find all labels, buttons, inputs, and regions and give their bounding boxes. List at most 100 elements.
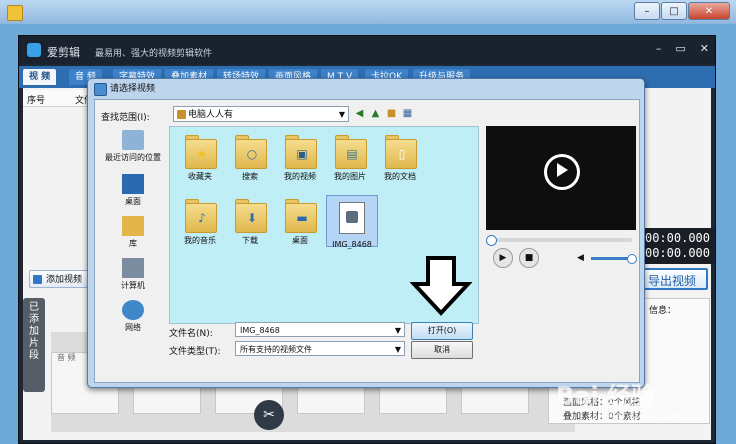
video-preview (486, 126, 636, 230)
play-button[interactable]: ▶ (493, 248, 513, 268)
volume-handle[interactable] (627, 254, 637, 264)
file-type-value: 所有支持的视频文件 (240, 345, 312, 354)
user-folder-icon (177, 110, 186, 119)
place-label: 最近访问的位置 (105, 153, 161, 162)
scissors-icon[interactable]: ✂ (254, 400, 284, 430)
app-restore-icon[interactable]: ▭ (675, 42, 685, 55)
close-button[interactable]: ✕ (688, 2, 730, 20)
file-type-label: 文件类型(T): (169, 347, 221, 357)
documents-folder-icon: ▯ (385, 135, 417, 169)
select-video-dialog: 请选择视频 查找范围(I): 电脑人人有 ▼ ◀ ▲ ■ ▦ 最近访问的位置 桌… (87, 78, 645, 388)
file-item[interactable]: ⬇ 下载 (224, 199, 276, 246)
audio-track-label: 音 频 (57, 353, 76, 362)
window-controls: – □ ✕ (634, 2, 730, 20)
app-titlebar: 爱剪辑 最易用、强大的视频剪辑软件 – ▭ ✕ (19, 36, 715, 64)
libraries-icon (122, 216, 144, 236)
file-item[interactable]: ★ 收藏夹 (174, 135, 226, 182)
place-libraries[interactable]: 库 (101, 216, 165, 249)
chevron-down-icon: ▼ (394, 345, 401, 354)
tab-video[interactable]: 视 频 (23, 69, 57, 85)
app-close-icon[interactable]: ✕ (700, 42, 709, 55)
downloads-folder-icon: ⬇ (235, 199, 267, 233)
back-icon[interactable]: ◀ (353, 107, 366, 120)
file-item[interactable]: ▣ 我的视频 (274, 135, 326, 182)
volume-slider[interactable] (591, 257, 629, 260)
file-item[interactable]: ▬ 桌面 (274, 199, 326, 246)
place-computer[interactable]: 计算机 (101, 258, 165, 291)
place-label: 库 (129, 239, 137, 248)
open-button[interactable]: 打开(O) (411, 322, 473, 340)
look-in-dropdown[interactable]: 电脑人人有 ▼ (173, 106, 349, 122)
arrow-down-icon (409, 256, 473, 319)
window-app-icon (7, 5, 23, 21)
computer-icon (122, 258, 144, 278)
search-folder-icon: ○ (235, 135, 267, 169)
file-item[interactable]: ▯ 我的文档 (374, 135, 426, 182)
file-type-select[interactable]: 所有支持的视频文件 ▼ (235, 341, 405, 356)
app-name: 爱剪辑 (47, 46, 80, 59)
chevron-down-icon: ▼ (394, 326, 401, 335)
desktop-folder-icon: ▬ (285, 199, 317, 233)
file-label: 我的图片 (334, 172, 366, 181)
place-label: 计算机 (121, 281, 145, 290)
new-folder-icon[interactable]: ■ (385, 107, 398, 120)
app-minimize-icon[interactable]: – (656, 42, 662, 55)
place-label: 桌面 (125, 197, 141, 206)
favorites-folder-icon: ★ (185, 135, 217, 169)
look-in-label: 查找范围(I): (101, 113, 150, 123)
place-label: 网络 (125, 323, 141, 332)
play-triangle-icon (557, 163, 568, 177)
seek-handle[interactable] (486, 235, 497, 246)
export-video-button[interactable]: 导出视频 (636, 268, 708, 290)
app-slogan: 最易用、强大的视频剪辑软件 (95, 49, 213, 59)
file-item[interactable]: ○ 搜索 (224, 135, 276, 182)
place-desktop[interactable]: 桌面 (101, 174, 165, 207)
add-video-icon (33, 275, 42, 284)
dialog-title: 请选择视频 (110, 84, 156, 94)
recent-places-icon (122, 130, 144, 150)
desktop-icon (122, 174, 144, 194)
file-name-label: 文件名(N): (169, 329, 213, 339)
chevron-down-icon: ▼ (338, 110, 345, 119)
maximize-button[interactable]: □ (661, 2, 687, 20)
column-index: 序号 (27, 96, 46, 106)
watermark-url: jingyan.baidu.com (592, 410, 685, 421)
dialog-icon (94, 83, 107, 96)
watermark: Bai 经验 (556, 382, 656, 410)
volume-icon[interactable]: ◀ (577, 253, 584, 263)
view-menu-icon[interactable]: ▦ (401, 107, 414, 120)
file-item-selected[interactable]: IMG_8468 (326, 195, 378, 249)
dialog-content: 查找范围(I): 电脑人人有 ▼ ◀ ▲ ■ ▦ 最近访问的位置 桌面 库 计算… (94, 99, 640, 383)
videos-folder-icon: ▣ (285, 135, 317, 169)
place-network[interactable]: 网络 (101, 300, 165, 333)
look-in-value: 电脑人人有 (188, 110, 234, 120)
up-folder-icon[interactable]: ▲ (369, 107, 382, 120)
info-title: 信息： (649, 306, 677, 316)
minimize-button[interactable]: – (634, 2, 660, 20)
pictures-folder-icon: ▤ (335, 135, 367, 169)
file-item[interactable]: ▤ 我的图片 (324, 135, 376, 182)
file-label: 收藏夹 (188, 172, 212, 181)
file-label: IMG_8468 (332, 240, 372, 249)
file-item[interactable]: ♪ 我的音乐 (174, 199, 226, 246)
place-recent[interactable]: 最近访问的位置 (101, 130, 165, 163)
dialog-titlebar: 请选择视频 (88, 79, 644, 99)
network-icon (122, 300, 144, 320)
cancel-button[interactable]: 取消 (411, 341, 473, 359)
file-name-value: IMG_8468 (240, 326, 280, 335)
seek-bar[interactable] (488, 238, 632, 242)
app-logo-icon (27, 43, 41, 57)
file-label: 下载 (242, 236, 258, 245)
added-clips-label: 已添加片段 (29, 302, 39, 361)
file-label: 搜索 (242, 172, 258, 181)
app-window-controls: – ▭ ✕ (656, 42, 709, 55)
added-clips-tab[interactable]: 已添加片段 (23, 298, 45, 392)
file-label: 我的视频 (284, 172, 316, 181)
file-label: 桌面 (292, 236, 308, 245)
add-video-label: 添加视频 (46, 275, 83, 285)
file-label: 我的文档 (384, 172, 416, 181)
file-label: 我的音乐 (184, 236, 216, 245)
places-bar: 最近访问的位置 桌面 库 计算机 网络 (101, 126, 165, 356)
file-name-input[interactable]: IMG_8468 ▼ (235, 322, 405, 337)
stop-button[interactable]: ■ (519, 248, 539, 268)
